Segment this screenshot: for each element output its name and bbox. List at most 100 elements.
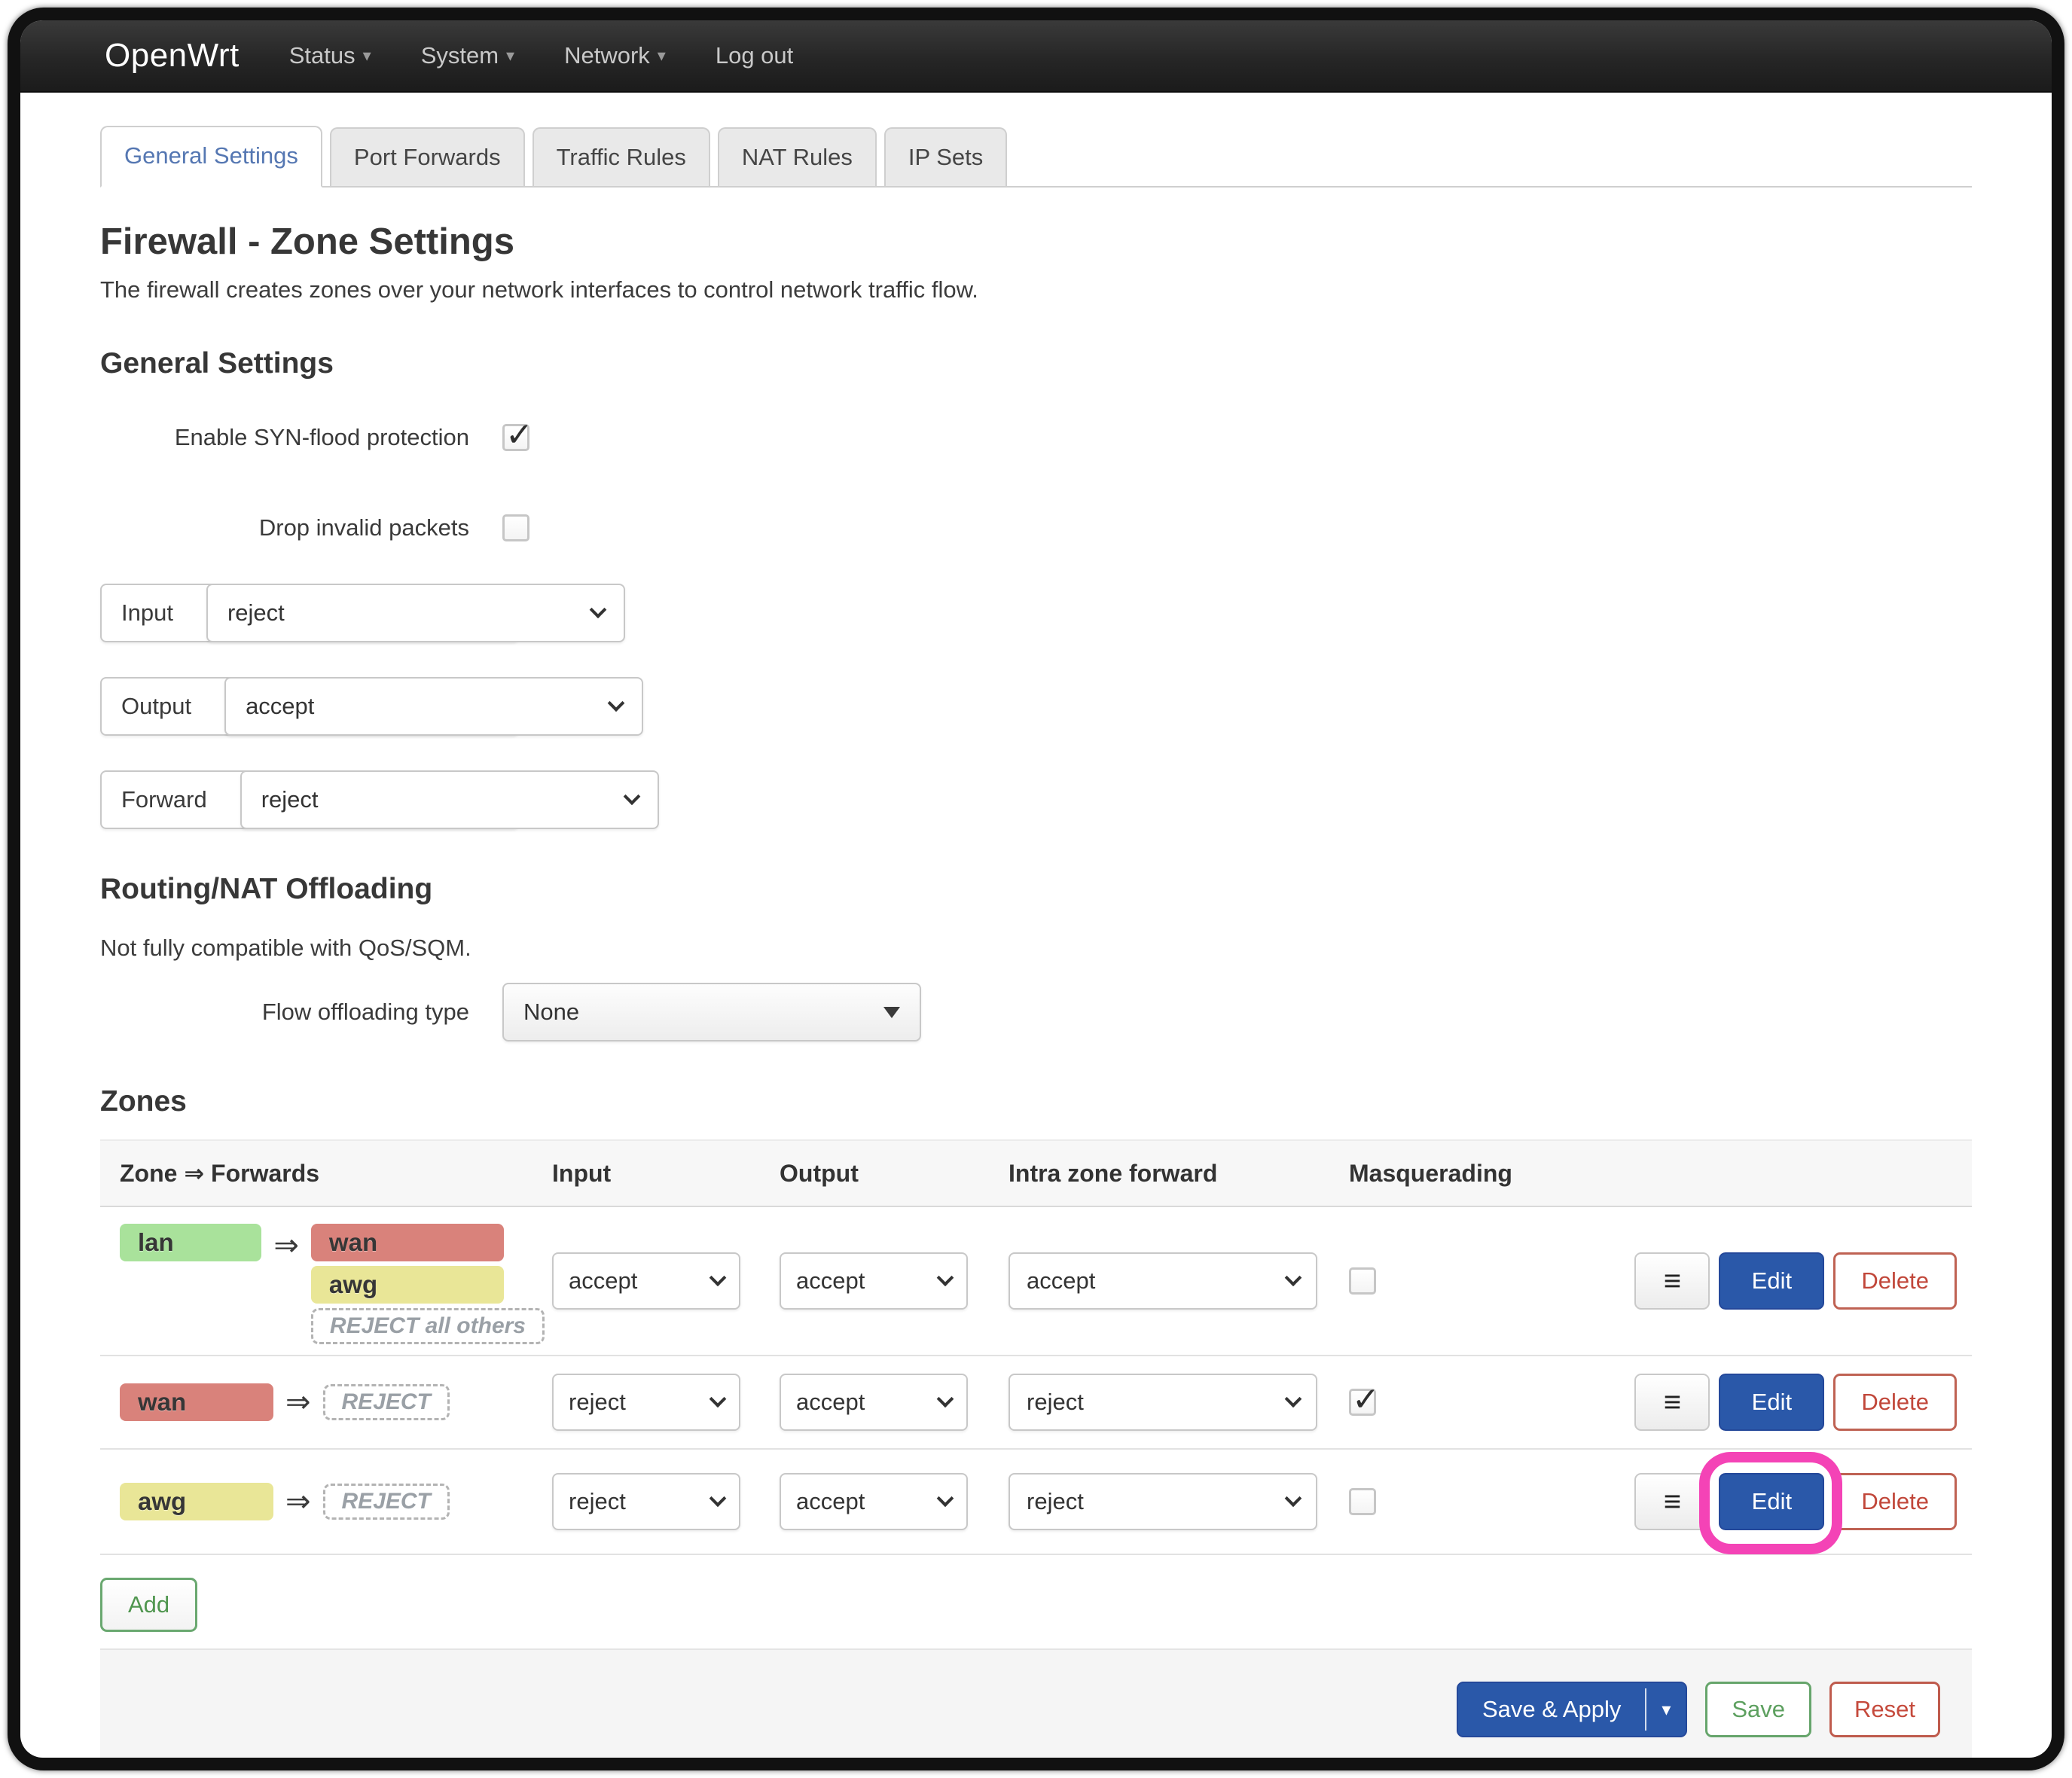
tab-general-settings[interactable]: General Settings (100, 126, 322, 188)
chevron-down-icon (709, 1269, 727, 1286)
zones-heading: Zones (100, 1085, 1972, 1118)
lan-input-select[interactable]: accept (552, 1252, 740, 1310)
col-masquerading: Masquerading (1341, 1160, 1610, 1188)
nav-item-network[interactable]: Network ▾ (564, 42, 666, 69)
reset-button[interactable]: Reset (1829, 1682, 1940, 1737)
nav-item-label: System (421, 42, 499, 69)
caret-down-icon: ▾ (658, 47, 666, 64)
output-policy-label: Output (121, 693, 191, 720)
chevron-down-icon (937, 1490, 954, 1507)
wan-delete-button[interactable]: Delete (1833, 1374, 1957, 1431)
output-policy-select[interactable]: accept (224, 677, 643, 736)
syn-flood-checkbox[interactable]: ✓ (502, 424, 529, 451)
input-policy-select[interactable]: reject (206, 584, 625, 642)
reject-badge: REJECT (323, 1384, 450, 1420)
save-apply-label: Save & Apply (1458, 1696, 1645, 1723)
lan-delete-button[interactable]: Delete (1833, 1252, 1957, 1310)
add-zone-button[interactable]: Add (100, 1578, 197, 1632)
lan-masquerading-checkbox[interactable]: ✓ (1349, 1267, 1376, 1295)
selected-value: None (523, 999, 579, 1026)
page-subtitle: The firewall creates zones over your net… (100, 276, 1972, 303)
firewall-tabbar: General Settings Port Forwards Traffic R… (100, 126, 1972, 188)
nav-item-label: Network (564, 42, 650, 69)
tab-nat-rules[interactable]: NAT Rules (718, 127, 877, 186)
zone-badge-wan: wan (120, 1383, 273, 1421)
flow-offloading-label: Flow offloading type (100, 999, 469, 1026)
general-settings-heading: General Settings (100, 347, 1972, 380)
checkmark-icon: ✓ (1352, 1380, 1380, 1419)
drop-invalid-label: Drop invalid packets (100, 514, 469, 541)
col-input: Input (545, 1160, 772, 1188)
nav-item-label: Log out (716, 42, 793, 69)
lan-intra-zone-select[interactable]: accept (1009, 1252, 1317, 1310)
main-content: General Settings Port Forwards Traffic R… (20, 93, 2052, 1632)
awg-edit-button[interactable]: Edit (1719, 1473, 1824, 1530)
offloading-note: Not fully compatible with QoS/SQM. (100, 935, 1972, 962)
chevron-down-icon (937, 1390, 954, 1407)
top-navbar: OpenWrt Status ▾ System ▾ Network ▾ Log … (20, 20, 2052, 93)
page-footer: Save & Apply ▾ Save Reset (100, 1648, 1972, 1758)
chevron-down-icon (1285, 1390, 1302, 1407)
nav-item-label: Status (289, 42, 356, 69)
reject-all-others-badge: REJECT all others (311, 1308, 545, 1344)
checkmark-icon: ✓ (505, 416, 533, 454)
zones-table: Zone ⇒ Forwards Input Output Intra zone … (100, 1139, 1972, 1555)
input-policy-label: Input (121, 599, 173, 627)
triangle-down-icon (883, 1007, 900, 1018)
wan-intra-zone-select[interactable]: reject (1009, 1374, 1317, 1431)
flow-offloading-select[interactable]: None (502, 983, 921, 1041)
zone-badge-awg: awg (120, 1483, 273, 1520)
forward-arrow-icon: ⇒ (273, 1227, 299, 1264)
lan-edit-button[interactable]: Edit (1719, 1252, 1824, 1310)
chevron-down-icon (1285, 1490, 1302, 1507)
awg-intra-zone-select[interactable]: reject (1009, 1473, 1317, 1530)
selected-value: reject (227, 599, 285, 627)
openwrt-brand[interactable]: OpenWrt (105, 37, 240, 75)
tab-port-forwards[interactable]: Port Forwards (330, 127, 525, 186)
selected-value: accept (1027, 1267, 1095, 1295)
zone-row-wan: wan ⇒ REJECT reject accept (100, 1356, 1972, 1450)
selected-value: accept (796, 1389, 865, 1416)
selected-value: accept (796, 1267, 865, 1295)
chevron-down-icon (937, 1269, 954, 1286)
selected-value: accept (796, 1488, 865, 1515)
awg-input-select[interactable]: reject (552, 1473, 740, 1530)
forward-policy-label: Forward (121, 786, 207, 813)
selected-value: reject (569, 1488, 626, 1515)
forward-policy-select[interactable]: reject (240, 770, 659, 829)
offloading-heading: Routing/NAT Offloading (100, 873, 1972, 906)
wan-output-select[interactable]: accept (780, 1374, 968, 1431)
lan-sort-handle-button[interactable]: ≡ (1634, 1252, 1710, 1310)
drop-invalid-checkbox[interactable]: ✓ (502, 514, 529, 541)
selected-value: reject (1027, 1488, 1084, 1515)
forward-badge-wan: wan (311, 1224, 504, 1261)
lan-output-select[interactable]: accept (780, 1252, 968, 1310)
zone-badge-lan: lan (120, 1224, 261, 1261)
wan-edit-button[interactable]: Edit (1719, 1374, 1824, 1431)
awg-delete-button[interactable]: Delete (1833, 1473, 1957, 1530)
selected-value: accept (246, 693, 314, 720)
save-apply-caret-button[interactable]: ▾ (1646, 1699, 1686, 1721)
nav-item-system[interactable]: System ▾ (421, 42, 514, 69)
nav-item-status[interactable]: Status ▾ (289, 42, 371, 69)
screenshot-canvas: OpenWrt Status ▾ System ▾ Network ▾ Log … (0, 0, 2072, 1778)
col-zone-forwards: Zone ⇒ Forwards (100, 1159, 545, 1188)
zone-row-lan: lan ⇒ wan awg REJECT all others accept (100, 1207, 1972, 1356)
awg-output-select[interactable]: accept (780, 1473, 968, 1530)
save-apply-button[interactable]: Save & Apply ▾ (1457, 1682, 1687, 1737)
col-intra-zone-forward: Intra zone forward (1001, 1160, 1341, 1188)
zones-table-header: Zone ⇒ Forwards Input Output Intra zone … (100, 1141, 1972, 1207)
awg-masquerading-checkbox[interactable]: ✓ (1349, 1488, 1376, 1515)
nav-item-logout[interactable]: Log out (716, 42, 793, 69)
openwrt-page: OpenWrt Status ▾ System ▾ Network ▾ Log … (20, 20, 2052, 1758)
wan-masquerading-checkbox[interactable]: ✓ (1349, 1389, 1376, 1416)
tab-traffic-rules[interactable]: Traffic Rules (532, 127, 710, 186)
save-button[interactable]: Save (1705, 1682, 1811, 1737)
wan-sort-handle-button[interactable]: ≡ (1634, 1374, 1710, 1431)
selected-value: accept (569, 1267, 637, 1295)
tab-ip-sets[interactable]: IP Sets (884, 127, 1007, 186)
awg-sort-handle-button[interactable]: ≡ (1634, 1473, 1710, 1530)
wan-input-select[interactable]: reject (552, 1374, 740, 1431)
caret-down-icon: ▾ (506, 47, 514, 64)
chevron-down-icon (608, 694, 625, 712)
